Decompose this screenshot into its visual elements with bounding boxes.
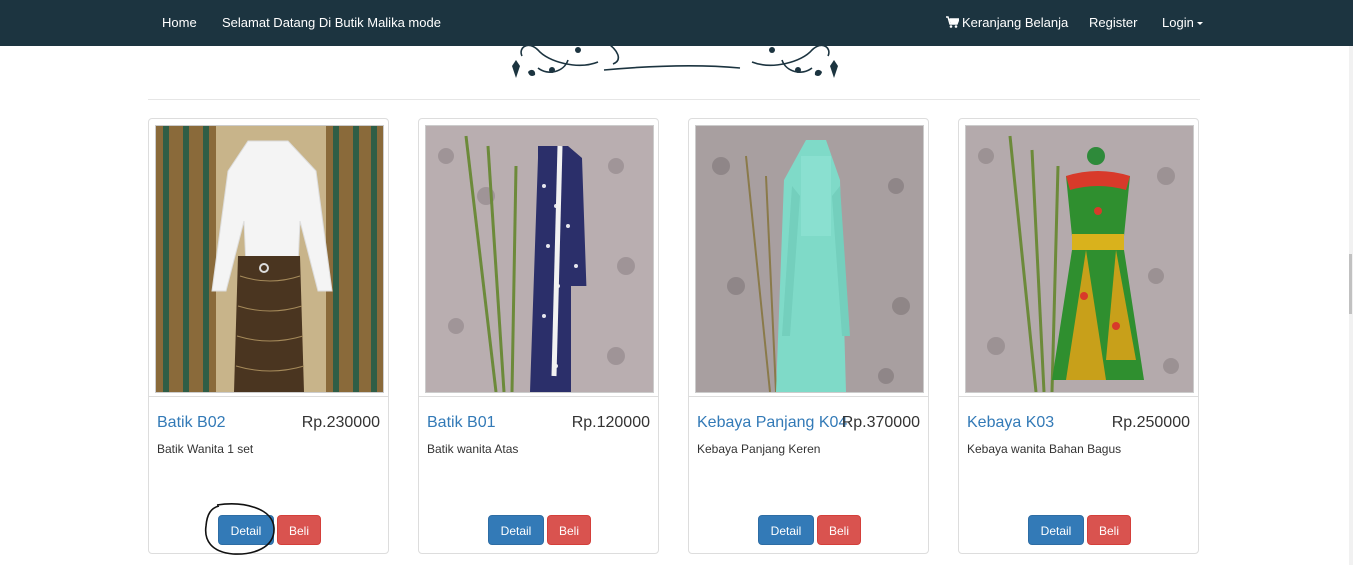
page-scrollbar[interactable] [1349, 46, 1353, 565]
top-navbar: Home Selamat Datang Di Butik Malika mode… [0, 0, 1353, 46]
product-photo [155, 125, 384, 393]
section-divider [148, 99, 1200, 100]
product-photo [695, 125, 924, 393]
scrollbar-thumb[interactable] [1349, 254, 1352, 314]
buy-button[interactable]: Beli [1087, 515, 1131, 545]
caret-down-icon [1196, 22, 1203, 26]
product-thumbnail[interactable] [689, 119, 928, 397]
product-card: Kebaya K03 Rp.250000 Kebaya wanita Bahan… [958, 118, 1199, 554]
product-photo [965, 125, 1194, 393]
product-thumbnail[interactable] [959, 119, 1198, 397]
product-description: Kebaya Panjang Keren [697, 442, 821, 456]
product-name-link[interactable]: Batik B01 [427, 414, 495, 432]
product-name-link[interactable]: Kebaya K03 [967, 414, 1054, 432]
product-price: Rp.250000 [1111, 414, 1190, 431]
nav-cart-label: Keranjang Belanja [962, 15, 1069, 30]
product-price: Rp.120000 [571, 414, 650, 431]
nav-login-dropdown[interactable]: Login [1162, 0, 1203, 46]
detail-button[interactable]: Detail [1028, 515, 1084, 545]
nav-login-label: Login [1162, 15, 1194, 30]
detail-button[interactable]: Detail [488, 515, 544, 545]
product-thumbnail[interactable] [149, 119, 388, 397]
product-description: Kebaya wanita Bahan Bagus [967, 442, 1122, 456]
nav-home-link[interactable]: Home [162, 0, 197, 46]
product-thumbnail[interactable] [419, 119, 658, 397]
product-description: Batik wanita Atas [427, 442, 519, 456]
annotation-circle [204, 503, 275, 555]
product-card: Batik B02 Rp.230000 Batik Wanita 1 set D… [148, 118, 389, 554]
product-price: Rp.370000 [841, 414, 920, 431]
section-heading-ornament [512, 42, 838, 78]
product-card: Batik B01 Rp.120000 Batik wanita Atas De… [418, 118, 659, 554]
nav-cart-link[interactable]: Keranjang Belanja [946, 0, 1068, 46]
buy-button[interactable]: Beli [277, 515, 321, 545]
nav-welcome-link[interactable]: Selamat Datang Di Butik Malika mode [222, 0, 441, 46]
buy-button[interactable]: Beli [547, 515, 591, 545]
product-name-link[interactable]: Kebaya Panjang K04 [697, 414, 847, 432]
product-description: Batik Wanita 1 set [157, 442, 254, 456]
product-price: Rp.230000 [301, 414, 380, 431]
product-photo [425, 125, 654, 393]
nav-register-link[interactable]: Register [1089, 0, 1137, 46]
product-name-link[interactable]: Batik B02 [157, 414, 225, 432]
product-card: Kebaya Panjang K04 Rp.370000 Kebaya Panj… [688, 118, 929, 554]
buy-button[interactable]: Beli [817, 515, 861, 545]
shopping-cart-icon [946, 16, 959, 28]
detail-button[interactable]: Detail [758, 515, 814, 545]
